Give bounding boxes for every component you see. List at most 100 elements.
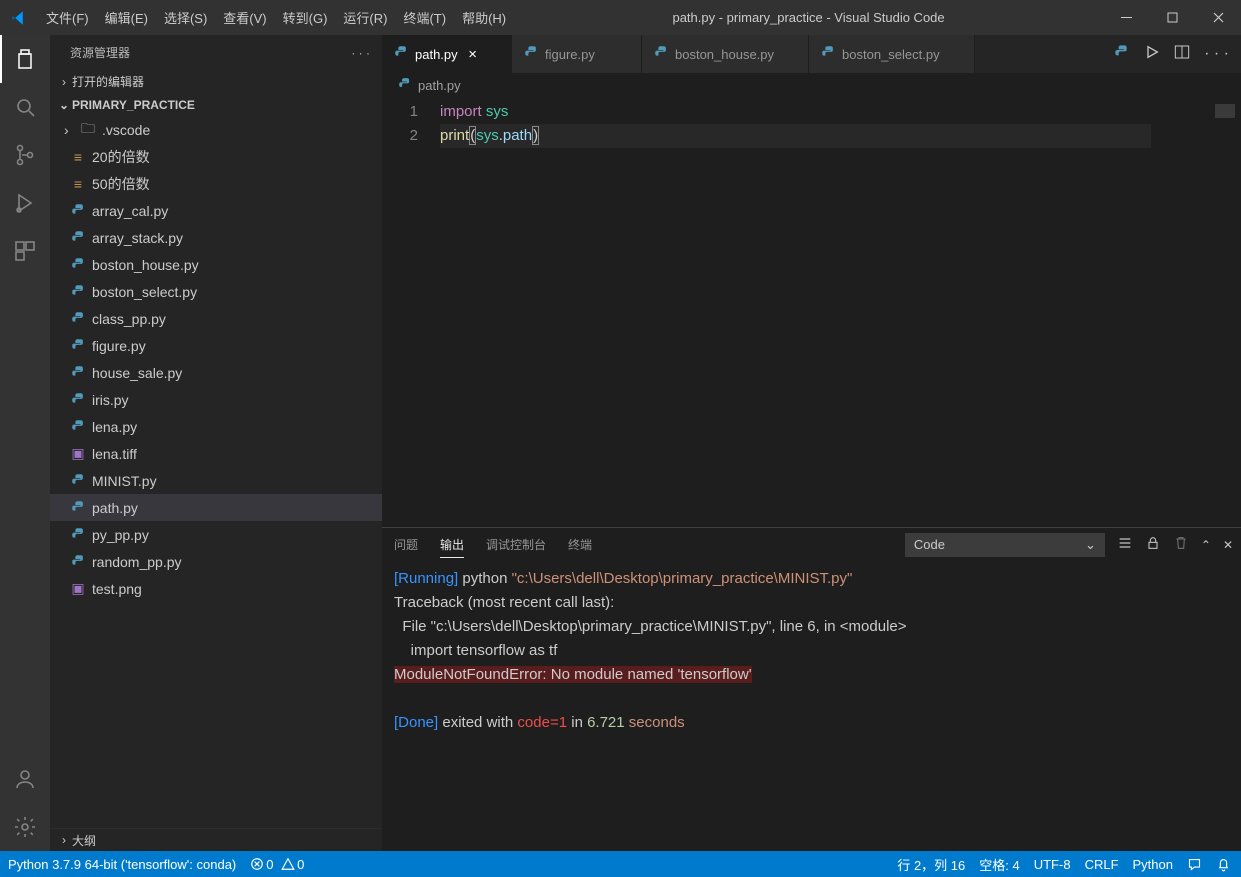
python-file-icon: [654, 45, 669, 63]
status-feedback-icon[interactable]: [1187, 857, 1202, 872]
code-lines[interactable]: import sysprint(sys.path): [440, 98, 1241, 527]
menu-item[interactable]: 文件(F): [38, 2, 97, 33]
menu-item[interactable]: 运行(R): [335, 2, 395, 33]
run-debug-icon[interactable]: [0, 179, 50, 227]
editor-tab[interactable]: boston_house.py×: [642, 35, 809, 73]
breadcrumb[interactable]: path.py: [382, 73, 1241, 98]
settings-gear-icon[interactable]: [0, 803, 50, 851]
tree-item[interactable]: array_stack.py: [50, 224, 382, 251]
python-file-icon: [68, 203, 88, 218]
accounts-icon[interactable]: [0, 755, 50, 803]
explorer-icon[interactable]: [0, 35, 50, 83]
status-bell-icon[interactable]: [1216, 857, 1231, 872]
window-title: path.py - primary_practice - Visual Stud…: [514, 10, 1103, 25]
file-tree: ›🗀.vscode≡20的倍数≡50的倍数 array_cal.py array_s…: [50, 116, 382, 828]
editor-tab[interactable]: figure.py×: [512, 35, 642, 73]
status-python-env[interactable]: Python 3.7.9 64-bit ('tensorflow': conda…: [8, 857, 236, 872]
menu-bar: 文件(F)编辑(E)选择(S)查看(V)转到(G)运行(R)终端(T)帮助(H): [38, 2, 514, 33]
minimap[interactable]: [1151, 98, 1241, 527]
tree-item[interactable]: ›🗀.vscode: [50, 116, 382, 143]
status-indentation[interactable]: 空格: 4: [979, 855, 1019, 874]
tree-item[interactable]: lena.py: [50, 413, 382, 440]
tree-item-label: class_pp.py: [92, 311, 166, 327]
tree-item[interactable]: py_pp.py: [50, 521, 382, 548]
maximize-button[interactable]: [1149, 0, 1195, 35]
tree-item[interactable]: boston_house.py: [50, 251, 382, 278]
status-errors[interactable]: 0 0: [250, 857, 304, 872]
file-icon: ≡: [68, 149, 88, 165]
list-icon[interactable]: [1117, 535, 1133, 554]
menu-item[interactable]: 终端(T): [395, 2, 454, 33]
tree-item[interactable]: ≡20的倍数: [50, 143, 382, 170]
activity-bar: [0, 35, 50, 851]
menu-item[interactable]: 转到(G): [275, 2, 336, 33]
tree-item-label: .vscode: [102, 122, 150, 138]
status-encoding[interactable]: UTF-8: [1034, 857, 1071, 872]
chevron-up-icon[interactable]: ⌃: [1201, 538, 1211, 552]
clear-icon[interactable]: [1173, 535, 1189, 554]
chevron-down-icon: ⌄: [1085, 537, 1096, 553]
explorer-sidebar: 资源管理器 · · · ›打开的编辑器 ⌄PRIMARY_PRACTICE ›🗀…: [50, 35, 382, 851]
tree-item-label: test.png: [92, 581, 142, 597]
tree-item[interactable]: array_cal.py: [50, 197, 382, 224]
close-panel-icon[interactable]: ✕: [1223, 538, 1233, 552]
close-button[interactable]: [1195, 0, 1241, 35]
status-language[interactable]: Python: [1133, 857, 1173, 872]
tree-item[interactable]: ≡50的倍数: [50, 170, 382, 197]
lock-icon[interactable]: [1145, 535, 1161, 554]
python-file-icon: [68, 257, 88, 272]
sidebar-more-icon[interactable]: · · ·: [351, 46, 370, 60]
menu-item[interactable]: 查看(V): [215, 2, 274, 33]
tree-item-label: boston_select.py: [92, 284, 197, 300]
tree-item[interactable]: figure.py: [50, 332, 382, 359]
python-file-icon: [524, 45, 539, 63]
code-editor[interactable]: 12 import sysprint(sys.path): [382, 98, 1241, 527]
menu-item[interactable]: 选择(S): [156, 2, 215, 33]
python-file-icon: [68, 311, 88, 326]
status-eol[interactable]: CRLF: [1085, 857, 1119, 872]
minimize-button[interactable]: [1103, 0, 1149, 35]
tab-close-icon[interactable]: ×: [464, 46, 482, 63]
panel-tab[interactable]: 输出: [440, 532, 464, 558]
tree-item-label: array_cal.py: [92, 203, 168, 219]
panel-tab[interactable]: 调试控制台: [486, 532, 546, 557]
tree-item[interactable]: class_pp.py: [50, 305, 382, 332]
split-editor-icon[interactable]: [1174, 44, 1190, 65]
menu-item[interactable]: 编辑(E): [97, 2, 156, 33]
extensions-icon[interactable]: [0, 227, 50, 275]
python-file-icon: [68, 365, 88, 380]
python-file-icon: [68, 527, 88, 542]
tree-item[interactable]: ▣lena.tiff: [50, 440, 382, 467]
sidebar-header: 资源管理器 · · ·: [50, 35, 382, 70]
tree-item[interactable]: ▣test.png: [50, 575, 382, 602]
menu-item[interactable]: 帮助(H): [454, 2, 514, 33]
python-file-icon: [68, 392, 88, 407]
tree-item[interactable]: iris.py: [50, 386, 382, 413]
python-file-icon: [68, 338, 88, 353]
editor-toolbar: · · ·: [1102, 35, 1241, 73]
open-editors-header[interactable]: ›打开的编辑器: [50, 70, 382, 93]
panel-tab[interactable]: 终端: [568, 532, 592, 557]
python-file-icon: [68, 419, 88, 434]
output-channel-select[interactable]: Code ⌄: [905, 533, 1105, 557]
workspace-header[interactable]: ⌄PRIMARY_PRACTICE: [50, 93, 382, 116]
run-file-icon[interactable]: [1144, 44, 1160, 65]
status-line-col[interactable]: 行 2，列 16: [897, 855, 965, 874]
tree-item[interactable]: boston_select.py: [50, 278, 382, 305]
tree-item[interactable]: MINIST.py: [50, 467, 382, 494]
tree-item-label: MINIST.py: [92, 473, 157, 489]
more-actions-icon[interactable]: · · ·: [1204, 45, 1229, 63]
editor-tab[interactable]: path.py×: [382, 35, 512, 73]
search-icon[interactable]: [0, 83, 50, 131]
editor-tab[interactable]: boston_select.py×: [809, 35, 975, 73]
panel-tab[interactable]: 问题: [394, 532, 418, 557]
tree-item[interactable]: house_sale.py: [50, 359, 382, 386]
python-env-icon[interactable]: [1114, 44, 1130, 65]
tree-item[interactable]: random_pp.py: [50, 548, 382, 575]
tree-item-label: figure.py: [92, 338, 146, 354]
outline-label: 大纲: [72, 832, 96, 849]
source-control-icon[interactable]: [0, 131, 50, 179]
tree-item[interactable]: path.py: [50, 494, 382, 521]
output-body[interactable]: [Running] python "c:\Users\dell\Desktop\…: [382, 561, 1241, 851]
outline-header[interactable]: ›大纲: [50, 828, 382, 851]
